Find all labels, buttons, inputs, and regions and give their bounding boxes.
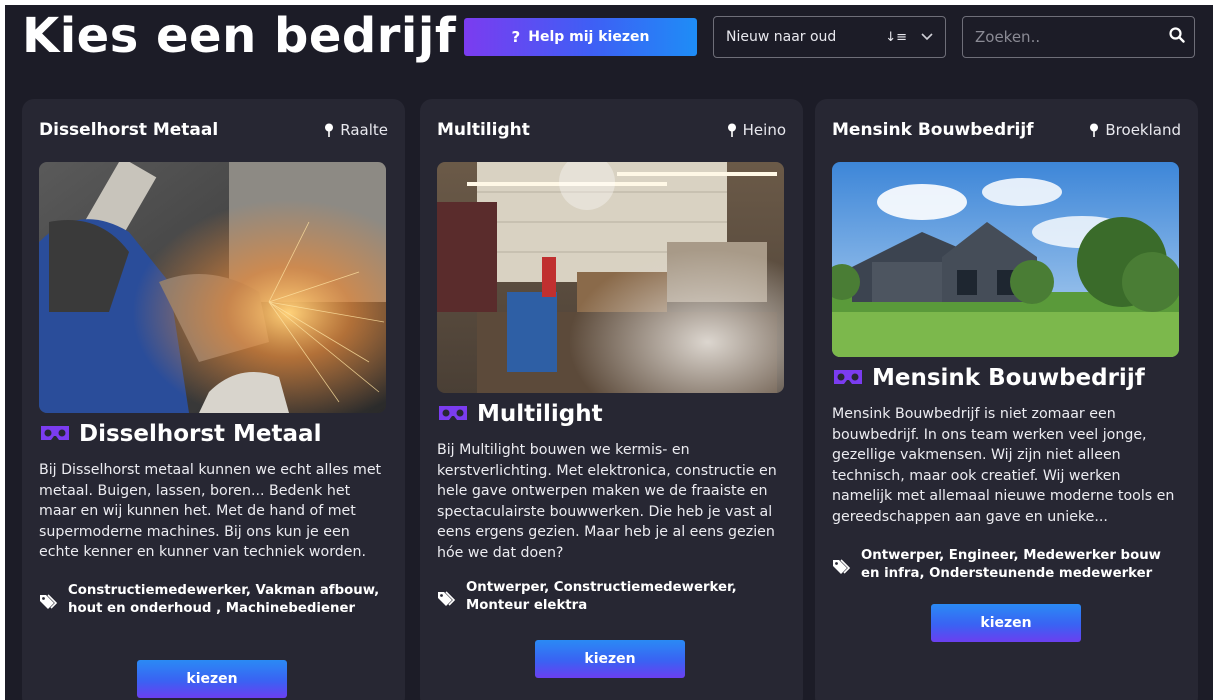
sort-icon: ↓≡ [885,29,907,45]
vr-headset-icon [439,406,467,420]
location: Broekland [1089,121,1181,139]
company-heading-label: Multilight [477,401,603,427]
company-tags: Ontwerper, Engineer, Medewerker bouw en … [832,547,1181,583]
choose-button[interactable]: kiezen [535,640,685,678]
company-name: Multilight [437,120,530,140]
company-tags-label: Ontwerper, Engineer, Medewerker bouw en … [861,548,1161,581]
vr-headset-icon [41,426,69,440]
choose-button[interactable]: kiezen [931,604,1081,642]
company-photo [39,162,386,413]
company-description: Bij Disselhorst metaal kunnen we echt al… [39,462,382,561]
help-me-choose-button[interactable]: ? Help mij kiezen [464,18,697,56]
company-tags-label: Constructiemedewerker, Vakman afbouw, ho… [68,583,380,616]
tags-icon [40,594,58,609]
choose-button[interactable]: kiezen [137,660,287,698]
help-me-choose-label: Help mij kiezen [528,29,650,45]
page: Kies een bedrijf ? Help mij kiezen Nieuw… [5,5,1213,700]
chevron-down-icon [921,30,933,44]
page-title: Kies een bedrijf [22,8,457,64]
location-label: Raalte [340,121,388,139]
location-pin-icon [325,123,334,137]
location: Raalte [324,121,388,139]
location: Heino [727,121,786,139]
search-icon[interactable] [1169,27,1185,47]
question-icon: ? [511,28,521,46]
company-heading-label: Mensink Bouwbedrijf [872,365,1145,391]
company-name: Disselhorst Metaal [39,120,219,140]
company-tags: Constructiemedewerker, Vakman afbouw, ho… [39,582,388,618]
company-heading: Multilight [437,401,793,427]
company-card: Mensink Bouwbedrijf Broekland Mensink Bo… [815,99,1198,700]
company-photo [832,162,1179,357]
company-photo [437,162,784,393]
location-pin-icon [1090,123,1099,137]
location-label: Heino [742,121,786,139]
company-tags-label: Ontwerper, Constructiemedewerker, Monteu… [466,580,737,613]
company-description: Bij Multilight bouwen we kermis- en kers… [437,442,777,561]
company-heading: Disselhorst Metaal [39,421,395,447]
company-card: Disselhorst Metaal Raalte Disselhorst Me… [22,99,405,700]
company-tags: Ontwerper, Constructiemedewerker, Monteu… [437,579,786,615]
search-box [962,16,1195,58]
company-heading-label: Disselhorst Metaal [79,421,322,447]
location-pin-icon [727,123,736,137]
company-name: Mensink Bouwbedrijf [832,120,1034,140]
sort-selected-value: Nieuw naar oud [726,29,837,45]
company-heading: Mensink Bouwbedrijf [832,365,1188,391]
sort-select[interactable]: Nieuw naar oud ↓≡ [713,16,946,58]
vr-headset-icon [834,370,862,384]
tags-icon [833,559,851,574]
search-input[interactable] [975,28,1169,46]
location-label: Broekland [1105,121,1181,139]
tags-icon [438,591,456,606]
company-description: Mensink Bouwbedrijf is niet zomaar een b… [832,406,1175,525]
company-card: Multilight Heino Multilight Bij Multilig… [420,99,803,700]
